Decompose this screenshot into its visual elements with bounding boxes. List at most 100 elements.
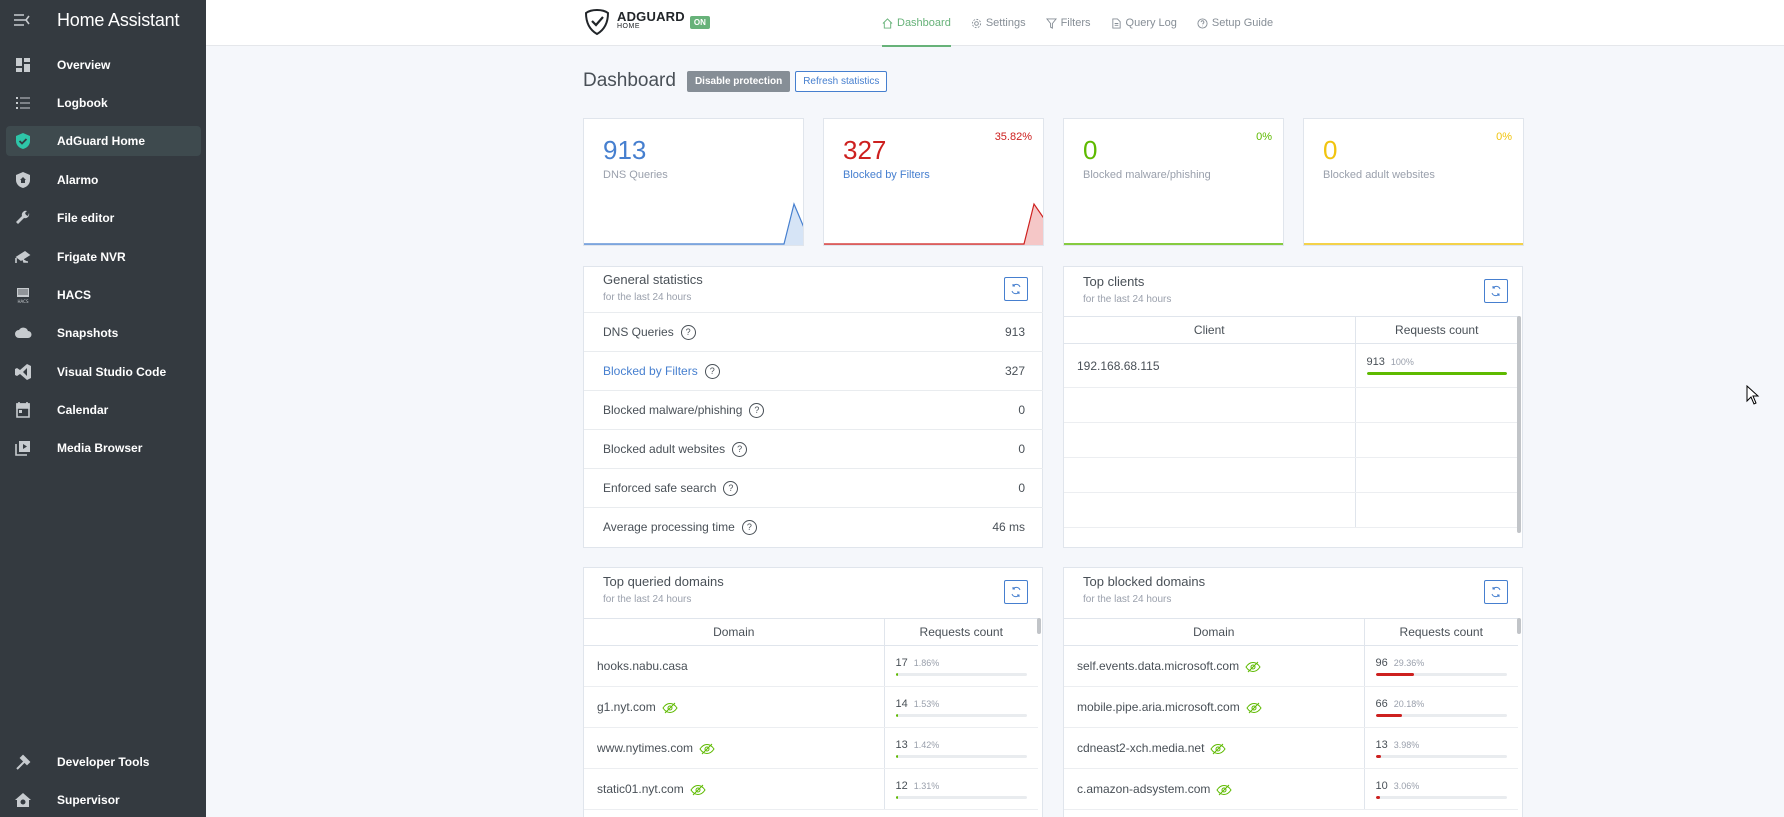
sidebar-item-media-browser[interactable]: Media Browser — [6, 433, 201, 463]
sidebar-item-label: Alarmo — [57, 173, 99, 187]
home-icon — [882, 17, 893, 29]
sidebar-item-hacs[interactable]: HACS HACS — [6, 280, 201, 310]
help-icon[interactable]: ? — [732, 441, 748, 457]
scrollbar[interactable] — [1517, 618, 1521, 634]
help-icon[interactable]: ? — [680, 324, 696, 340]
sidebar-item-frigate-nvr[interactable]: Frigate NVR — [6, 242, 201, 272]
domain-cell[interactable]: static01.nyt.com — [584, 768, 885, 810]
domain-cell[interactable]: www.nytimes.com — [584, 727, 885, 769]
domain-cell[interactable]: c.amazon-adsystem.com — [1064, 768, 1365, 810]
domain-name[interactable]: cdneast2-xch.media.net — [1077, 741, 1204, 755]
sidebar-item-alarmo[interactable]: Alarmo — [6, 165, 201, 195]
nav-setup-guide[interactable]: Setup Guide — [1197, 0, 1273, 46]
domain-name[interactable]: mobile.pipe.aria.microsoft.com — [1077, 700, 1240, 714]
nav-filters[interactable]: Filters — [1045, 0, 1091, 46]
domain-cell[interactable]: mobile.pipe.aria.microsoft.com — [1064, 686, 1365, 728]
scrollbar[interactable] — [1517, 316, 1521, 533]
sidebar-item-label: Logbook — [57, 96, 108, 110]
help-icon[interactable]: ? — [741, 519, 757, 535]
vscode-icon — [15, 364, 31, 380]
nav-dashboard[interactable]: Dashboard — [882, 0, 951, 47]
domain-name[interactable]: hooks.nabu.casa — [597, 659, 688, 673]
eye-off-icon[interactable] — [1210, 743, 1227, 755]
requests-cell: 13 3.98% — [1364, 727, 1518, 769]
sidebar-item-visual-studio-code[interactable]: Visual Studio Code — [6, 357, 201, 387]
refresh-button[interactable] — [1004, 580, 1028, 604]
stat-label: Blocked malware/phishing — [1083, 169, 1211, 181]
table-row — [1064, 492, 1518, 528]
nav-settings[interactable]: Settings — [971, 0, 1026, 46]
domain-cell[interactable]: hooks.nabu.casa — [584, 645, 885, 687]
column-header-requests[interactable]: Requests count — [1355, 316, 1518, 344]
requests-cell: 17 1.86% — [884, 645, 1038, 687]
eye-off-icon[interactable] — [662, 702, 678, 714]
stat-row-value: 913 — [1004, 325, 1025, 339]
domain-name[interactable]: c.amazon-adsystem.com — [1077, 782, 1210, 796]
disable-protection-button[interactable]: Disable protection — [686, 70, 791, 92]
domain-name[interactable]: www.nytimes.com — [597, 741, 693, 755]
main-content: ADGUARD HOME ON Dashboard Settings Filte… — [206, 0, 1784, 817]
progress-bar — [1366, 372, 1507, 375]
protection-status-badge: ON — [689, 15, 710, 29]
refresh-statistics-button[interactable]: Refresh statistics — [795, 70, 888, 92]
domain-name[interactable]: g1.nyt.com — [597, 700, 656, 714]
table-row: www.nytimes.com 13 1.42% — [584, 727, 1038, 769]
top-blocked-domains-card: Top blocked domains for the last 24 hour… — [1063, 567, 1523, 817]
card-header: Top queried domains for the last 24 hour… — [603, 574, 724, 605]
stat-row-text[interactable]: Blocked by Filters — [603, 364, 698, 378]
sidebar-item-logbook[interactable]: Logbook — [6, 88, 201, 118]
column-header-requests[interactable]: Requests count — [1364, 618, 1518, 646]
eye-off-icon[interactable] — [690, 784, 706, 796]
adguard-logo[interactable]: ADGUARD HOME ON — [583, 8, 710, 36]
sidebar-item-supervisor[interactable]: Supervisor — [6, 785, 201, 815]
eye-off-icon[interactable] — [1246, 702, 1262, 714]
card-subtitle: for the last 24 hours — [1083, 294, 1172, 305]
stat-value: 327 — [843, 135, 887, 165]
table-row — [1064, 422, 1518, 458]
stat-card-blocked-filters: 327 Blocked by Filters 35.82% — [823, 118, 1044, 246]
sidebar-item-developer-tools[interactable]: Developer Tools — [6, 747, 201, 777]
domain-cell[interactable]: self.events.data.microsoft.com — [1064, 645, 1365, 687]
table-row: mobile.pipe.aria.microsoft.com 66 20.18% — [1064, 686, 1518, 728]
help-icon[interactable]: ? — [749, 402, 765, 418]
progress-bar — [895, 754, 1027, 758]
eye-off-icon[interactable] — [1245, 661, 1261, 673]
progress-fill — [895, 754, 899, 758]
help-icon[interactable]: ? — [704, 363, 720, 379]
refresh-button[interactable] — [1004, 277, 1028, 301]
client-ip[interactable]: 192.168.68.115 — [1064, 343, 1356, 388]
sidebar-item-label: AdGuard Home — [57, 134, 146, 148]
eye-off-icon[interactable] — [1216, 784, 1232, 796]
column-header-domain[interactable]: Domain — [584, 618, 885, 646]
stat-label-link[interactable]: Blocked by Filters — [843, 169, 930, 181]
domain-cell[interactable]: g1.nyt.com — [584, 686, 885, 728]
progress-fill — [1375, 672, 1415, 676]
cloud-icon — [15, 327, 32, 338]
column-header-requests[interactable]: Requests count — [884, 618, 1038, 646]
refresh-icon — [1011, 586, 1021, 598]
domain-cell[interactable]: cdneast2-xch.media.net — [1064, 727, 1365, 769]
sidebar-item-calendar[interactable]: Calendar — [6, 395, 201, 425]
domain-name[interactable]: self.events.data.microsoft.com — [1077, 659, 1239, 673]
refresh-button[interactable] — [1484, 279, 1508, 303]
top-clients-card: Top clients for the last 24 hours Client… — [1063, 266, 1523, 548]
sidebar-item-adguard-home[interactable]: AdGuard Home — [6, 126, 201, 156]
column-header-client[interactable]: Client — [1064, 316, 1356, 344]
nav-query-log[interactable]: Query Log — [1111, 0, 1177, 46]
domain-name[interactable]: static01.nyt.com — [597, 782, 684, 796]
stat-row-dns-queries: DNS Queries? 913 — [584, 312, 1043, 351]
eye-off-icon[interactable] — [699, 743, 715, 755]
sidebar-item-snapshots[interactable]: Snapshots — [6, 318, 201, 348]
scrollbar[interactable] — [1037, 618, 1041, 634]
menu-icon[interactable] — [13, 11, 31, 29]
refresh-button[interactable] — [1484, 580, 1508, 604]
request-percent: 20.18% — [1393, 698, 1425, 709]
top-nav: Dashboard Settings Filters Query Log Set… — [882, 0, 1293, 47]
stat-row-label[interactable]: Blocked by Filters? — [603, 363, 720, 379]
column-header-domain[interactable]: Domain — [1064, 618, 1365, 646]
sidebar-item-file-editor[interactable]: File editor — [6, 203, 201, 233]
sparkline-chart — [824, 202, 1043, 245]
filter-icon — [1045, 17, 1057, 29]
sidebar-item-overview[interactable]: Overview — [6, 50, 201, 80]
help-icon[interactable]: ? — [723, 480, 739, 496]
